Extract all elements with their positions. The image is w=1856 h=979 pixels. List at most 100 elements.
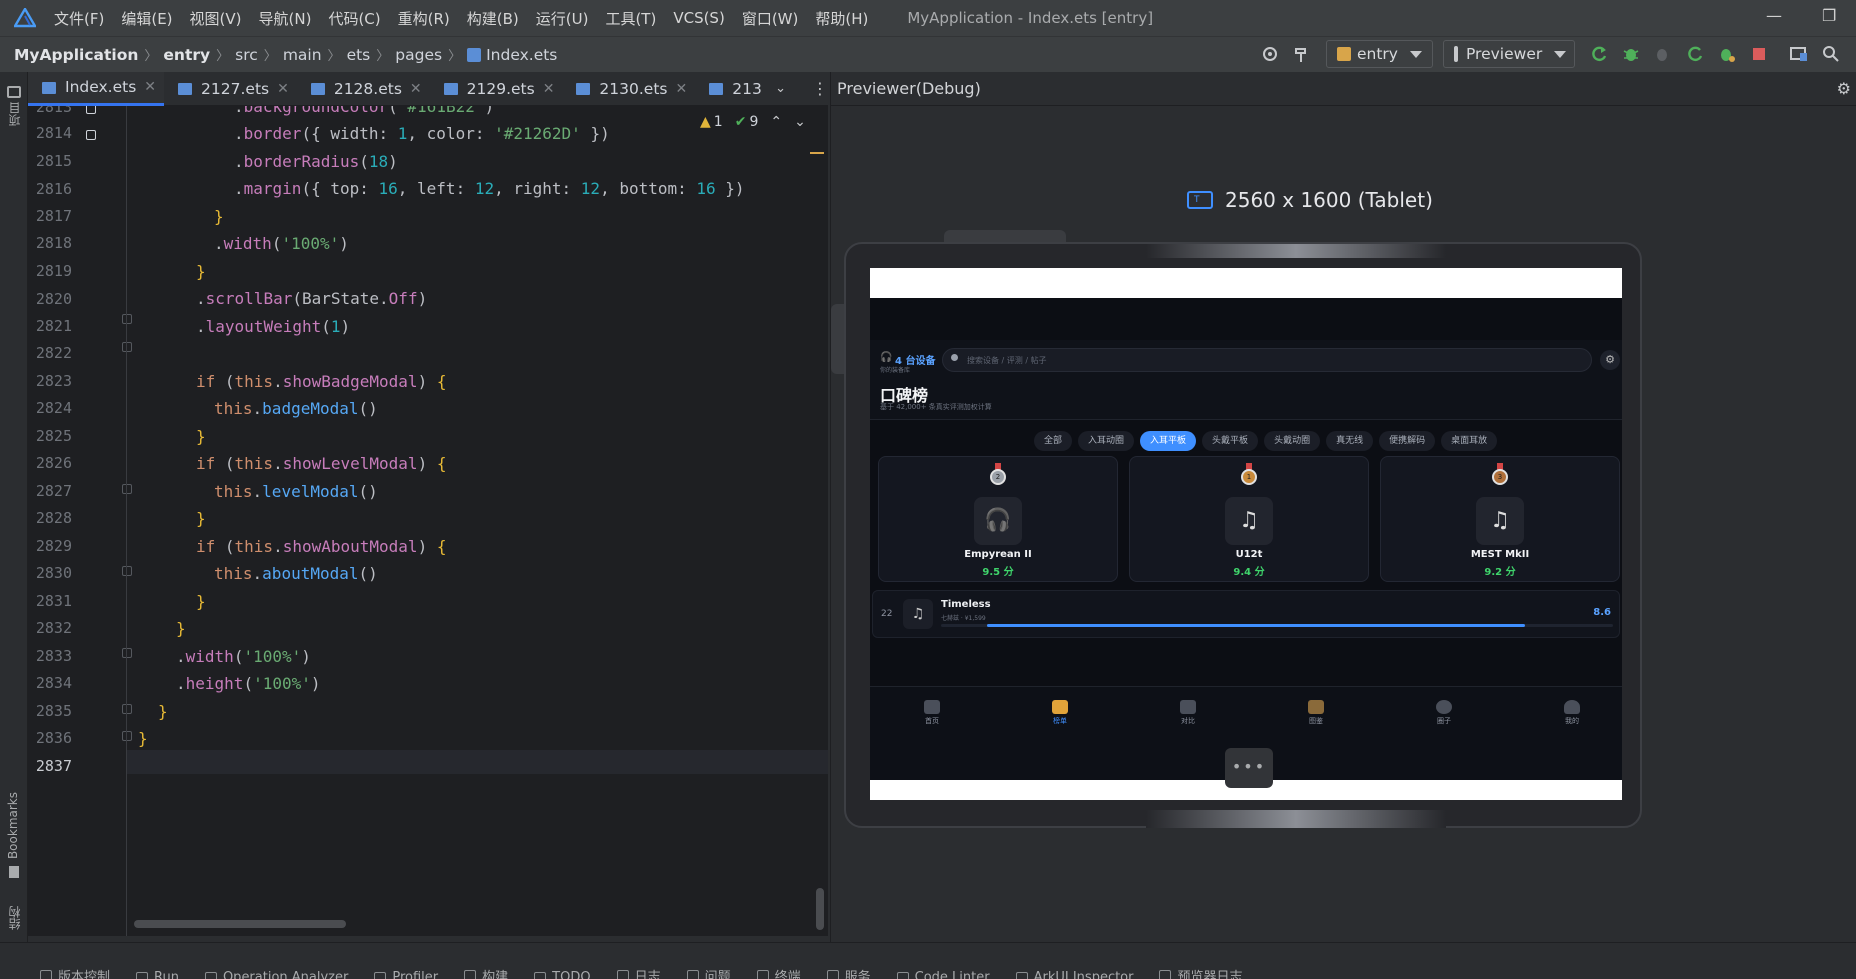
tab-community[interactable]: 圈子 [1414, 700, 1474, 726]
fold-marker[interactable] [122, 342, 132, 352]
menu-refactor[interactable]: 重构(R) [398, 8, 450, 29]
menu-file[interactable]: 文件(F) [54, 8, 104, 29]
settings-button[interactable]: ⚙ [1600, 350, 1620, 370]
chevron-down-icon[interactable]: ⌄ [794, 114, 806, 130]
breadcrumb-project[interactable]: MyApplication [14, 46, 138, 64]
chip-all[interactable]: 全部 [1034, 431, 1073, 451]
code-content[interactable]: .backgroundColor('#161B22') .border({ wi… [134, 106, 824, 806]
tool-code-linter[interactable]: Code Linter [896, 970, 990, 979]
chevron-up-icon[interactable]: ⌃ [770, 114, 782, 130]
menu-code[interactable]: 代码(C) [328, 8, 380, 29]
device-screen[interactable]: 🎧 4 台设备 你的装备库 搜索设备 / 评测 / 帖子 ⚙ 口碑榜 基于 42… [870, 268, 1622, 800]
tab-catalog[interactable]: 图鉴 [1286, 700, 1346, 726]
breadcrumb-main[interactable]: main [283, 46, 322, 64]
tool-previewer-log[interactable]: 预览器日志 [1159, 966, 1243, 979]
tool-problems[interactable]: 问题 [686, 966, 731, 979]
minimize-icon[interactable]: — [1766, 6, 1782, 25]
tool-operation-analyzer[interactable]: Operation Analyzer [204, 970, 348, 979]
breadcrumb-src[interactable]: src [235, 46, 258, 64]
menu-help[interactable]: 帮助(H) [815, 8, 868, 29]
product-card[interactable]: 1 ♫ U12t 9.4 分 [1129, 456, 1369, 582]
tab-2127-ets[interactable]: 2127.ets ✕ [164, 72, 297, 106]
fold-marker[interactable] [122, 731, 132, 741]
debug-icon[interactable] [1621, 44, 1641, 64]
attach-debugger-icon[interactable] [1653, 44, 1673, 64]
tab-home[interactable]: 首页 [902, 700, 962, 726]
menu-window[interactable]: 窗口(W) [742, 8, 799, 29]
horizontal-scrollbar[interactable] [134, 920, 346, 928]
gear-icon[interactable]: ⚙ [1837, 79, 1851, 98]
inspection-widget[interactable]: ▲ 1 ✔ 9 ⌃ ⌄ [700, 114, 806, 130]
tab-index-ets[interactable]: Index.ets ✕ [28, 71, 165, 106]
code-editor[interactable]: 2813 2814 2815 2816 2817 2818 2819 2820 … [28, 106, 828, 936]
chip-over-ear-dynamic[interactable]: 头戴动圈 [1264, 431, 1321, 451]
tool-todo[interactable]: TODO [534, 970, 591, 979]
chip-portable-dac[interactable]: 便携解码 [1379, 431, 1436, 451]
fold-marker[interactable] [122, 648, 132, 658]
chevron-down-icon[interactable]: ⌄ [775, 81, 786, 96]
tab-2130-ets[interactable]: 2130.ets ✕ [562, 72, 695, 106]
breadcrumb-file[interactable]: Index.ets [486, 46, 557, 64]
chip-desktop-amp[interactable]: 桌面耳放 [1441, 431, 1498, 451]
ranking-list-item[interactable]: 22 ♫ Timeless 七赫兹 · ¥1,599 8.6 [872, 590, 1620, 638]
tab-profile[interactable]: 我的 [1542, 700, 1602, 726]
breadcrumb-pages[interactable]: pages [395, 46, 442, 64]
restore-icon[interactable]: ❐ [1822, 6, 1836, 25]
apply-changes-icon[interactable] [1685, 44, 1705, 64]
structure-tool-label[interactable]: 结构 [6, 906, 23, 930]
tool-build[interactable]: 构建 [464, 966, 508, 979]
breadcrumb-ets[interactable]: ets [347, 46, 371, 64]
close-icon[interactable]: ✕ [277, 81, 289, 97]
tool-arkui-inspector[interactable]: ArkUI Inspector [1015, 970, 1133, 979]
tool-run[interactable]: Run [136, 970, 179, 979]
breakpoint-marker[interactable] [86, 106, 96, 114]
tool-log[interactable]: 日志 [616, 966, 661, 979]
fold-marker[interactable] [122, 484, 132, 494]
tool-profiler[interactable]: Profiler [374, 970, 438, 979]
product-card[interactable]: 2 🎧 Empyrean II 9.5 分 [878, 456, 1118, 582]
bookmark-icon[interactable] [9, 866, 19, 878]
tab-2131-ets[interactable]: 2131.ets [695, 72, 763, 106]
menu-navigate[interactable]: 导航(N) [259, 8, 312, 29]
tab-compare[interactable]: 对比 [1158, 700, 1218, 726]
rerun-icon[interactable] [1589, 44, 1609, 64]
close-icon[interactable]: ✕ [675, 81, 687, 97]
chip-true-wireless[interactable]: 真无线 [1326, 431, 1374, 451]
tab-2129-ets[interactable]: 2129.ets ✕ [430, 72, 563, 106]
fold-marker[interactable] [122, 314, 132, 324]
project-tool-label[interactable]: 项目 [6, 102, 23, 126]
menu-tools[interactable]: 工具(T) [605, 8, 656, 29]
tab-ranking[interactable]: 榜单 [1030, 700, 1090, 726]
close-icon[interactable]: ✕ [144, 79, 156, 95]
tab-2128-ets[interactable]: 2128.ets ✕ [297, 72, 430, 106]
profiler-icon[interactable] [1717, 44, 1737, 64]
bookmarks-tool-label[interactable]: Bookmarks [6, 792, 20, 859]
target-icon[interactable] [1260, 44, 1280, 64]
menu-view[interactable]: 视图(V) [190, 8, 242, 29]
vertical-scrollbar[interactable] [816, 888, 824, 930]
project-tool-icon[interactable] [7, 86, 21, 98]
fold-marker[interactable] [122, 566, 132, 576]
module-dropdown[interactable]: entry [1326, 40, 1433, 68]
device-manager-icon[interactable] [1789, 44, 1809, 64]
breadcrumb-module[interactable]: entry [163, 46, 210, 64]
tool-services[interactable]: 服务 [826, 966, 871, 979]
breakpoint-marker[interactable] [86, 130, 96, 140]
search-input[interactable]: 搜索设备 / 评测 / 帖子 [942, 348, 1592, 372]
menu-run[interactable]: 运行(U) [536, 8, 589, 29]
menu-vcs[interactable]: VCS(S) [673, 9, 724, 27]
tool-terminal[interactable]: 终端 [756, 966, 801, 979]
menu-build[interactable]: 构建(B) [467, 8, 519, 29]
more-vertical-icon[interactable]: ⋮ [812, 79, 828, 98]
more-options-button[interactable]: ••• [1225, 748, 1273, 788]
chip-over-ear-planar[interactable]: 头戴平板 [1202, 431, 1259, 451]
chip-iem-dynamic[interactable]: 入耳动圈 [1078, 431, 1135, 451]
close-icon[interactable]: ✕ [410, 81, 422, 97]
close-icon[interactable]: ✕ [543, 81, 555, 97]
device-dropdown[interactable]: Previewer [1442, 40, 1575, 68]
device-label[interactable]: T 2560 x 1600 (Tablet) [1187, 188, 1433, 212]
hammer-icon[interactable] [1292, 44, 1312, 64]
menu-edit[interactable]: 编辑(E) [121, 8, 172, 29]
product-card[interactable]: 3 ♫ MEST MkII 9.2 分 [1380, 456, 1620, 582]
fold-marker[interactable] [122, 704, 132, 714]
